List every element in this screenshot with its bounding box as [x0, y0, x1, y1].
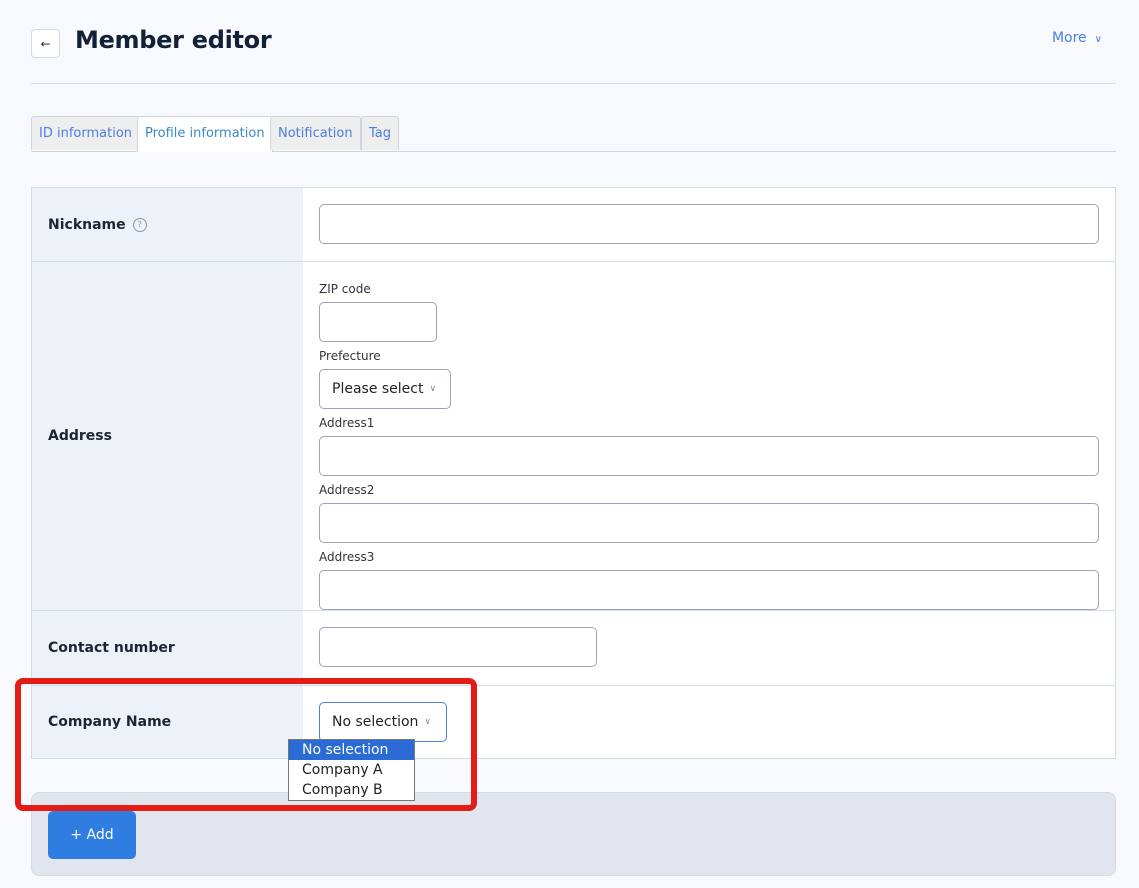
tab-profile-information[interactable]: Profile information	[137, 116, 273, 152]
back-button[interactable]: ←	[31, 29, 60, 58]
add-button[interactable]: + Add	[48, 811, 136, 859]
tab-tag[interactable]: Tag	[361, 116, 400, 150]
tab-id-information[interactable]: ID information	[31, 116, 141, 150]
company-dropdown-list: No selection Company A Company B	[288, 739, 415, 801]
address1-label: Address1	[319, 416, 375, 430]
action-bar: + Add	[31, 792, 1116, 876]
tab-notification[interactable]: Notification	[270, 116, 361, 150]
page-title: Member editor	[75, 26, 272, 54]
company-select[interactable]: No selection ∨	[319, 702, 447, 742]
address2-input[interactable]	[319, 503, 1099, 543]
company-option[interactable]: Company B	[289, 780, 414, 800]
page-header: ← Member editor More ∨	[31, 0, 1116, 84]
chevron-down-icon: ∨	[424, 717, 432, 727]
zip-label: ZIP code	[319, 282, 371, 296]
tab-bar: ID information Profile information Notif…	[31, 116, 1116, 152]
company-row: Company Name No selection ∨	[32, 686, 1115, 758]
contact-row: Contact number	[32, 611, 1115, 686]
company-option[interactable]: No selection	[289, 740, 414, 760]
more-menu-button[interactable]: More ∨	[1052, 30, 1102, 46]
address3-label: Address3	[319, 550, 375, 564]
zip-input[interactable]	[319, 302, 437, 342]
nickname-label: Nickname?	[32, 188, 303, 261]
address-label: Address	[32, 262, 303, 610]
company-option[interactable]: Company A	[289, 760, 414, 780]
address3-input[interactable]	[319, 570, 1099, 610]
contact-input[interactable]	[319, 627, 597, 667]
company-label: Company Name	[32, 686, 303, 758]
nickname-row: Nickname?	[32, 188, 1115, 262]
chevron-down-icon: ∨	[1094, 34, 1102, 45]
contact-label: Contact number	[32, 611, 303, 685]
nickname-input[interactable]	[319, 204, 1099, 244]
help-icon[interactable]: ?	[132, 217, 147, 232]
arrow-left-icon: ←	[40, 36, 51, 51]
prefecture-select[interactable]: Please select ∨	[319, 369, 451, 409]
address-row: Address ZIP code Prefecture Please selec…	[32, 262, 1115, 611]
prefecture-label: Prefecture	[319, 349, 381, 363]
address2-label: Address2	[319, 483, 375, 497]
address1-input[interactable]	[319, 436, 1099, 476]
chevron-down-icon: ∨	[429, 384, 437, 394]
profile-form: Nickname? Address ZIP code Prefecture Pl…	[31, 187, 1116, 759]
